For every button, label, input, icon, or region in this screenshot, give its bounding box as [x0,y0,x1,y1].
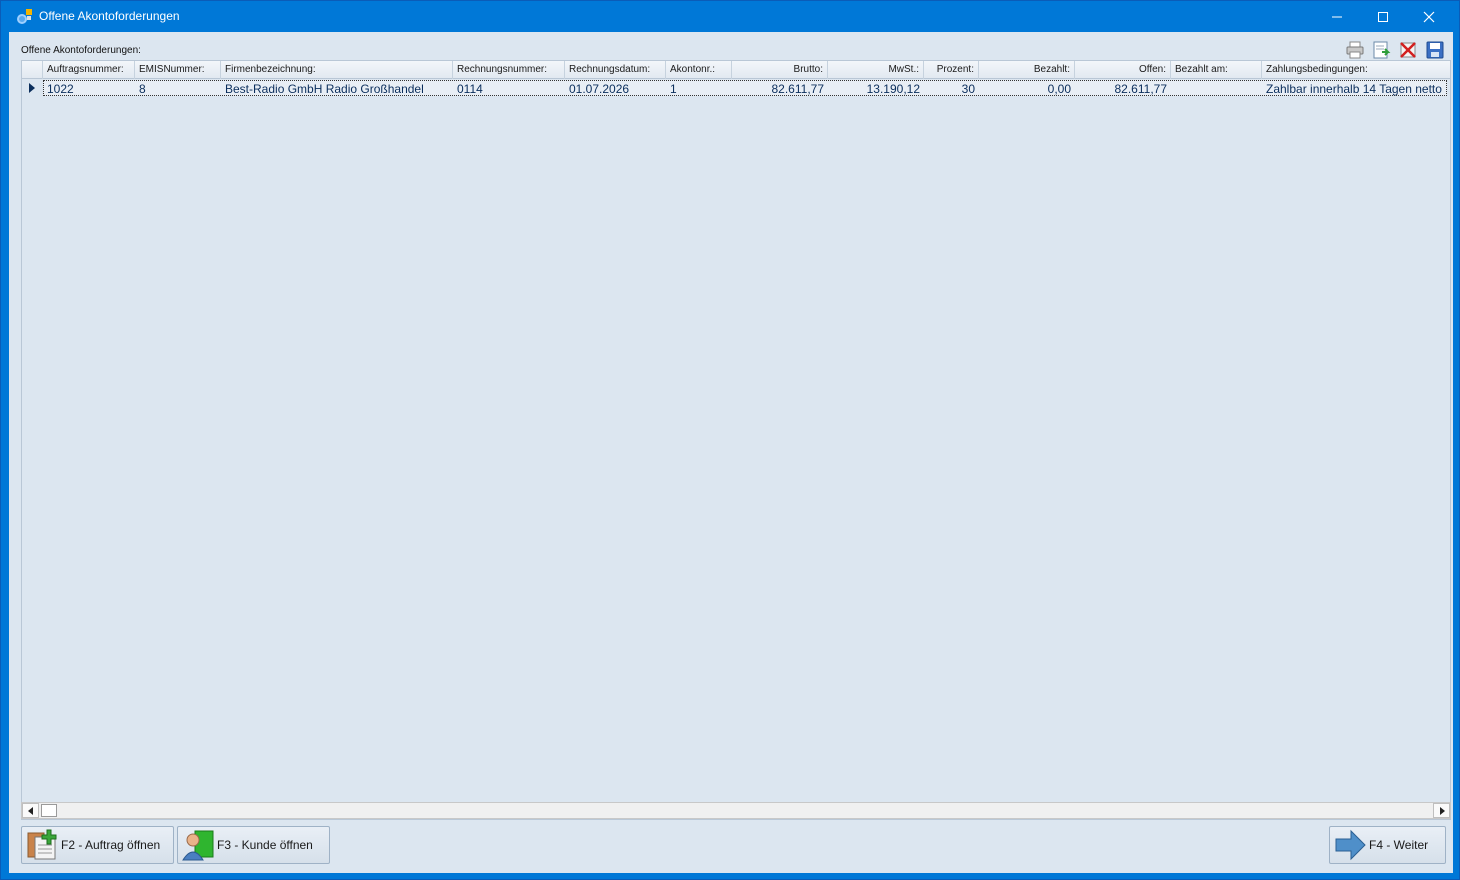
window-title: Offene Akontoforderungen [39,9,180,23]
scroll-left-button[interactable] [22,803,39,818]
arrow-right-icon [1335,829,1366,861]
maximize-icon [1378,11,1388,22]
cell-bezahlt-am[interactable] [1171,81,1262,97]
arrow-right-icon [1439,806,1445,815]
close-button[interactable] [1406,1,1452,32]
app-icon [17,9,32,24]
title-bar[interactable]: Offene Akontoforderungen [1,1,1459,32]
open-customer-button[interactable]: F3 - Kunde öffnen [177,826,330,864]
column-header[interactable]: MwSt.: [828,61,924,79]
column-header[interactable]: Akontonr.: [666,61,732,79]
scroll-thumb[interactable] [41,804,57,817]
column-header[interactable]: Prozent: [924,61,979,79]
minimize-button[interactable] [1314,1,1360,32]
delete-icon[interactable] [1398,40,1418,60]
open-order-icon [27,829,57,860]
close-icon [1423,11,1435,22]
arrow-left-icon [27,806,33,815]
cell-prozent[interactable]: 30 [924,81,979,97]
next-label: F4 - Weiter [1369,838,1429,852]
table-header: Auftragsnummer: EMISNummer: Firmenbezeic… [22,61,1450,79]
save-icon[interactable] [1425,40,1445,60]
column-header[interactable]: EMISNummer: [135,61,221,79]
open-order-button[interactable]: F2 - Auftrag öffnen [21,826,174,864]
column-header[interactable]: Brutto: [732,61,828,79]
client-area: Offene Akontoforderungen: Auftragsnummer… [9,32,1453,873]
customer-icon [182,830,214,861]
printer-icon[interactable] [1345,40,1365,60]
row-header-corner [22,61,43,79]
app-window: Offene Akontoforderungen Offene Akontofo… [0,0,1460,880]
column-header[interactable]: Zahlungsbedingungen: [1262,61,1450,79]
horizontal-scrollbar[interactable] [21,802,1451,819]
column-header[interactable]: Rechnungsdatum: [565,61,666,79]
next-button[interactable]: F4 - Weiter [1329,826,1446,864]
cell-emisnummer[interactable]: 8 [135,81,221,97]
akonto-table[interactable]: Auftragsnummer: EMISNummer: Firmenbezeic… [21,60,1451,820]
minimize-icon [1332,16,1342,17]
maximize-button[interactable] [1360,1,1406,32]
cell-auftragsnummer[interactable]: 1022 [43,81,135,97]
open-order-label: F2 - Auftrag öffnen [61,838,161,852]
cell-firmenbezeichnung[interactable]: Best-Radio GmbH Radio Großhandel [221,81,453,97]
column-header[interactable]: Bezahlt: [979,61,1075,79]
cell-rechnungsdatum[interactable]: 01.07.2026 [565,81,666,97]
cell-offen[interactable]: 82.611,77 [1075,81,1171,97]
cell-akontonr[interactable]: 1 [666,81,732,97]
cell-zahlungsbedingungen[interactable]: Zahlbar innerhalb 14 Tagen netto [1262,81,1447,97]
row-indicator-icon [29,83,35,93]
column-header[interactable]: Firmenbezeichnung: [221,61,453,79]
column-header[interactable]: Offen: [1075,61,1171,79]
scroll-right-button[interactable] [1433,803,1450,818]
column-header[interactable]: Auftragsnummer: [43,61,135,79]
cell-mwst[interactable]: 13.190,12 [828,81,924,97]
column-header[interactable]: Bezahlt am: [1171,61,1262,79]
column-header[interactable]: Rechnungsnummer: [453,61,565,79]
cell-bezahlt[interactable]: 0,00 [979,81,1075,97]
export-icon[interactable] [1371,40,1391,60]
open-customer-label: F3 - Kunde öffnen [217,838,313,852]
cell-brutto[interactable]: 82.611,77 [732,81,828,97]
panel-label: Offene Akontoforderungen: [21,45,141,56]
table-row[interactable]: 1022 8 Best-Radio GmbH Radio Großhandel … [22,80,1450,97]
cell-rechnungsnummer[interactable]: 0114 [453,81,565,97]
